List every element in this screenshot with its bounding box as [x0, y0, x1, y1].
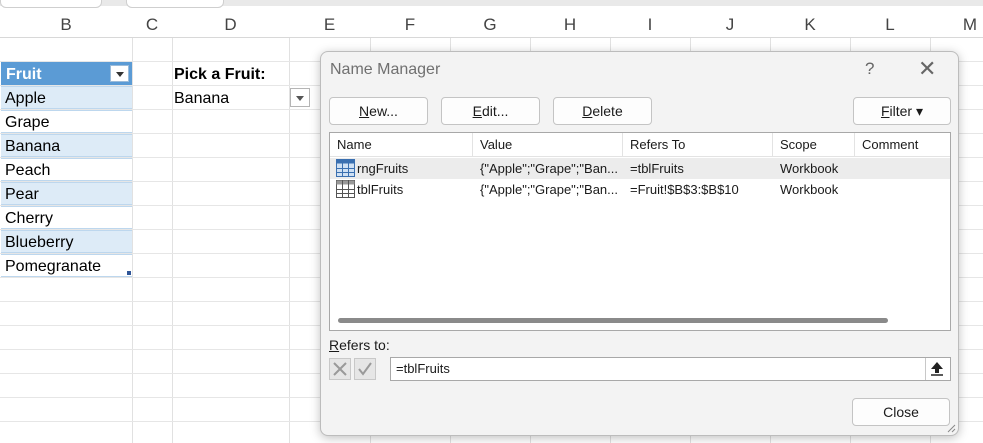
grid-line [172, 38, 173, 443]
refers-to-accel: R [329, 337, 340, 353]
refers-to-label-text: efers to: [339, 337, 390, 353]
column-header-l[interactable]: L [850, 14, 930, 36]
column-header-d[interactable]: D [172, 14, 289, 36]
table-cell-cherry[interactable]: Cherry [1, 206, 132, 229]
row-name: rngFruits [357, 161, 409, 176]
column-header-m[interactable]: M [930, 14, 983, 36]
new-button-label: ew... [369, 103, 398, 119]
column-header-comment[interactable]: Comment [855, 133, 950, 157]
column-header-h[interactable]: H [530, 14, 610, 36]
collapse-dialog-icon[interactable] [925, 358, 950, 380]
delete-button-accel: D [582, 103, 593, 119]
horizontal-scrollbar[interactable] [338, 318, 888, 323]
new-button-accel: N [359, 103, 370, 119]
column-header-value[interactable]: Value [473, 133, 623, 157]
table-cell-peach[interactable]: Peach [1, 158, 132, 181]
table-cell-pomegranate[interactable]: Pomegranate [1, 254, 132, 277]
row-refers-to: =Fruit!$B$3:$B$10 [630, 182, 739, 197]
table-cell-grape[interactable]: Grape [1, 110, 132, 133]
column-header-f[interactable]: F [370, 14, 450, 36]
row-refers-to: =tblFruits [630, 161, 684, 176]
row-scope: Workbook [780, 161, 839, 176]
refers-to-label: Refers to: [329, 337, 390, 353]
named-range-icon [336, 159, 355, 177]
row-value: {"Apple";"Grape";"Ban... [480, 182, 618, 197]
close-button[interactable]: Close [852, 398, 950, 426]
column-header-g[interactable]: G [450, 14, 530, 36]
table-resize-handle[interactable] [127, 271, 131, 275]
column-header-e[interactable]: E [289, 14, 370, 36]
pick-fruit-cell[interactable]: Banana [174, 88, 229, 110]
column-header-b[interactable]: B [0, 14, 132, 36]
delete-button[interactable]: Delete [553, 97, 652, 125]
filter-button-label: ilter ▾ [889, 103, 924, 119]
validation-dropdown-button[interactable] [290, 88, 310, 107]
confirm-edit-icon[interactable] [354, 358, 376, 380]
column-header-c[interactable]: C [132, 14, 172, 36]
sheet-tab-strip [0, 0, 983, 8]
filter-dropdown-button[interactable] [110, 65, 129, 82]
name-manager-dialog: Name Manager ? ✕ New... Edit... Delete F… [320, 51, 959, 436]
filter-button[interactable]: Filter ▾ [853, 97, 951, 125]
sheet-tab[interactable] [126, 0, 224, 8]
column-header-j[interactable]: J [690, 14, 770, 36]
dialog-title: Name Manager [330, 61, 441, 78]
edit-button[interactable]: Edit... [441, 97, 540, 125]
table-cell-pear[interactable]: Pear [1, 182, 132, 205]
row-scope: Workbook [780, 182, 839, 197]
column-header-name[interactable]: Name [330, 133, 473, 157]
refers-to-input[interactable]: =tblFruits [390, 357, 951, 381]
table-cell-banana[interactable]: Banana [1, 134, 132, 157]
list-row[interactable]: rngFruits {"Apple";"Grape";"Ban... =tblF… [330, 158, 950, 179]
help-icon[interactable]: ? [865, 59, 874, 79]
row-name: tblFruits [357, 182, 404, 197]
pick-fruit-label: Pick a Fruit: [174, 66, 266, 83]
edit-button-accel: E [472, 103, 482, 119]
resize-grip-icon[interactable] [946, 423, 956, 433]
cancel-edit-icon[interactable] [329, 358, 351, 380]
header-divider [0, 37, 983, 38]
list-row[interactable]: tblFruits {"Apple";"Grape";"Ban... =Frui… [330, 179, 950, 200]
column-header-i[interactable]: I [610, 14, 690, 36]
filter-button-accel: F [880, 103, 890, 119]
table-cell-blueberry[interactable]: Blueberry [1, 230, 132, 253]
edit-button-label: dit... [481, 103, 509, 119]
column-header-scope[interactable]: Scope [773, 133, 855, 157]
table-cell-apple[interactable]: Apple [1, 86, 132, 109]
grid-line [132, 38, 133, 443]
table-icon [336, 180, 355, 198]
sheet-tab[interactable] [0, 0, 102, 8]
column-header-refers-to[interactable]: Refers To [623, 133, 773, 157]
row-value: {"Apple";"Grape";"Ban... [480, 161, 618, 176]
close-icon[interactable]: ✕ [918, 56, 936, 82]
delete-button-label: elete [592, 103, 623, 119]
new-button[interactable]: New... [329, 97, 428, 125]
column-header-k[interactable]: K [770, 14, 850, 36]
names-list[interactable]: Name Value Refers To Scope Comment rngFr… [329, 132, 951, 331]
